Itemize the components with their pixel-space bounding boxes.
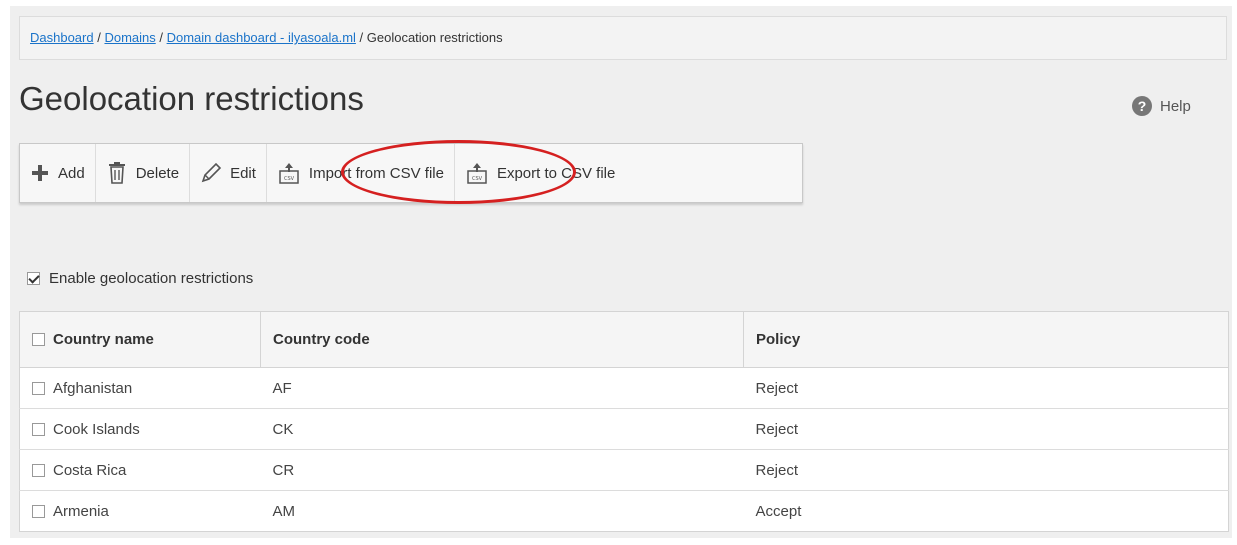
row-checkbox[interactable] [32, 504, 45, 518]
add-button[interactable]: Add [20, 144, 96, 202]
policy-cell: Reject [743, 367, 1229, 409]
country-code-cell: CR [260, 449, 744, 491]
breadcrumb-separator: / [93, 30, 105, 45]
country-name-cell: Costa Rica [53, 461, 127, 479]
help-button[interactable]: ? Help [1132, 96, 1191, 116]
select-all-checkbox[interactable] [32, 333, 45, 346]
help-icon: ? [1132, 96, 1152, 116]
import-csv-button[interactable]: CSV Import from CSV file [267, 144, 455, 202]
breadcrumb: Dashboard / Domains / Domain dashboard -… [19, 16, 1227, 60]
breadcrumb-separator: / [355, 30, 367, 45]
table-row[interactable]: Costa Rica CR Reject [19, 449, 1229, 491]
breadcrumb-separator: / [155, 30, 167, 45]
svg-text:CSV: CSV [284, 176, 295, 182]
row-checkbox[interactable] [32, 463, 45, 477]
plus-icon [30, 163, 50, 183]
policy-cell: Reject [743, 449, 1229, 491]
country-code-cell: AM [260, 490, 744, 532]
breadcrumb-current: Geolocation restrictions [366, 30, 503, 45]
header-country-name-label: Country name [53, 331, 154, 348]
header-policy[interactable]: Policy [743, 311, 1229, 368]
restrictions-table: Country name Country code Policy Afghani… [19, 311, 1229, 532]
breadcrumb-domain-dashboard-link[interactable]: Domain dashboard - ilyasoala.ml [167, 30, 356, 45]
table-row[interactable]: Cook Islands CK Reject [19, 408, 1229, 450]
country-code-cell: AF [260, 367, 744, 409]
import-label: Import from CSV file [308, 164, 444, 182]
export-csv-icon: CSV [465, 161, 489, 185]
header-country-code[interactable]: Country code [260, 311, 744, 368]
delete-button[interactable]: Delete [96, 144, 191, 202]
export-label: Export to CSV file [496, 164, 616, 182]
breadcrumb-domains-link[interactable]: Domains [104, 30, 155, 45]
page-title: Geolocation restrictions [19, 80, 364, 117]
country-name-cell: Cook Islands [53, 420, 140, 438]
table-header-row: Country name Country code Policy [19, 311, 1229, 368]
breadcrumb-dashboard-link[interactable]: Dashboard [30, 30, 94, 45]
trash-icon [106, 161, 128, 185]
header-policy-label: Policy [756, 331, 801, 348]
add-label: Add [58, 164, 85, 182]
import-csv-icon: CSV [277, 161, 301, 185]
edit-label: Edit [230, 164, 256, 182]
country-name-cell: Armenia [53, 502, 109, 520]
help-label: Help [1160, 97, 1191, 115]
export-csv-button[interactable]: CSV Export to CSV file [455, 144, 625, 202]
enable-geolocation-label: Enable geolocation restrictions [49, 270, 254, 287]
enable-geolocation-checkbox-row[interactable]: Enable geolocation restrictions [27, 270, 253, 287]
toolbar: Add Delete Edit CSV Import from CSV file… [19, 143, 803, 203]
row-checkbox[interactable] [32, 381, 45, 395]
table-row[interactable]: Afghanistan AF Reject [19, 367, 1229, 409]
enable-geolocation-checkbox[interactable] [27, 272, 40, 285]
policy-cell: Accept [743, 490, 1229, 532]
header-country-code-label: Country code [273, 331, 370, 348]
header-country-name[interactable]: Country name [19, 311, 261, 368]
country-code-cell: CK [260, 408, 744, 450]
pencil-icon [200, 162, 222, 184]
row-checkbox[interactable] [32, 422, 45, 436]
policy-cell: Reject [743, 408, 1229, 450]
delete-label: Delete [135, 164, 180, 182]
edit-button[interactable]: Edit [190, 144, 267, 202]
svg-text:CSV: CSV [472, 176, 483, 182]
country-name-cell: Afghanistan [53, 379, 133, 397]
table-row[interactable]: Armenia AM Accept [19, 490, 1229, 532]
